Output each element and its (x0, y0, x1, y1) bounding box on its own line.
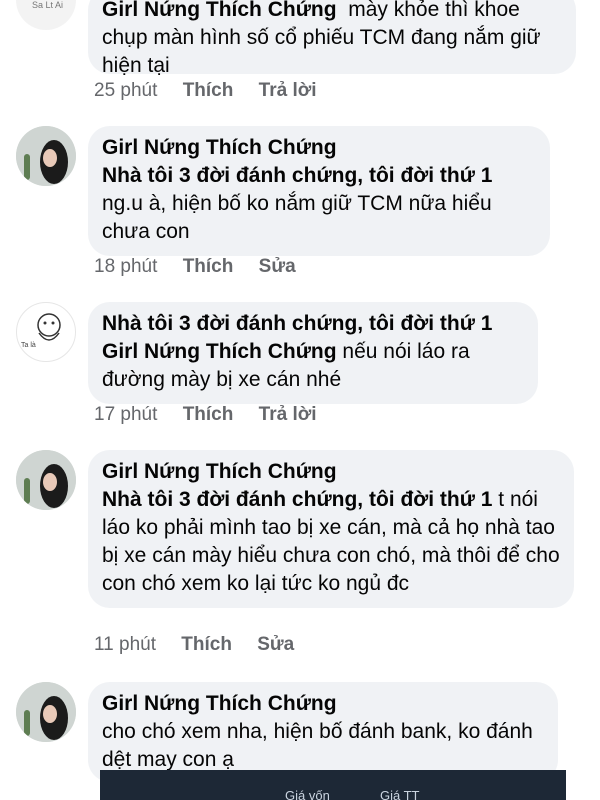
comment-author[interactable]: Girl Nứng Thích Chứng (102, 134, 536, 162)
svg-text:Sa Lt Ai: Sa Lt Ai (32, 0, 63, 10)
photo-label: Giá TT (380, 788, 420, 800)
cartoon-avatar-icon: Ta là (21, 313, 61, 349)
comment-time: 11 phút (94, 634, 156, 655)
svg-text:Ta là: Ta là (21, 342, 36, 349)
like-button[interactable]: Thích (181, 634, 232, 655)
girl-photo-avatar-icon (16, 450, 76, 510)
comment-actions: 11 phút Thích Sửa (94, 634, 314, 656)
comment-mention[interactable]: Nhà tôi 3 đời đánh chứng, tôi đời thứ 1 (102, 164, 492, 187)
comment-author[interactable]: Girl Nứng Thích Chứng (102, 0, 337, 21)
comment-time: 17 phút (94, 404, 158, 425)
avatar[interactable]: Sa Lt Ai (16, 0, 76, 30)
edit-button[interactable]: Sửa (259, 256, 296, 277)
comment-actions: 25 phút Thích Trả lời (94, 80, 337, 102)
like-button[interactable]: Thích (183, 404, 234, 425)
avatar[interactable] (16, 126, 76, 186)
comment-author[interactable]: Girl Nứng Thích Chứng (102, 690, 544, 718)
comment-author[interactable]: Girl Nứng Thích Chứng (102, 458, 560, 486)
reply-button[interactable]: Trả lời (259, 404, 317, 425)
comment-author[interactable]: Nhà tôi 3 đời đánh chứng, tôi đời thứ 1 (102, 310, 524, 338)
comment-bubble: Girl Nứng Thích Chứng Nhà tôi 3 đời đánh… (88, 450, 574, 608)
reply-button[interactable]: Trả lời (259, 80, 317, 101)
comment-mention[interactable]: Girl Nứng Thích Chứng (102, 340, 337, 363)
photo-label: Giá vốn (285, 788, 330, 800)
like-button[interactable]: Thích (183, 80, 234, 101)
edit-button[interactable]: Sửa (257, 634, 294, 655)
comment-bubble: Girl Nứng Thích Chứng Nhà tôi 3 đời đánh… (88, 126, 550, 256)
comment-text: ng.u à, hiện bố ko nắm giữ TCM nữa hiểu … (102, 192, 492, 243)
girl-photo-avatar-icon (16, 682, 76, 742)
comment-text: chụp màn hình số cổ phiếu TCM đang nắm g… (102, 26, 541, 77)
comment-actions: 18 phút Thích Sửa (94, 256, 316, 278)
comment-bubble: Girl Nứng Thích Chứng cho chó xem nha, h… (88, 682, 558, 782)
comment-actions: 17 phút Thích Trả lời (94, 404, 337, 426)
comment-time: 25 phút (94, 80, 158, 101)
girl-photo-avatar-icon (16, 126, 76, 186)
attached-image[interactable]: Giá vốn Giá TT (100, 770, 566, 800)
comment-text: cho chó xem nha, hiện bố đánh bank, ko đ… (102, 720, 533, 771)
avatar[interactable] (16, 682, 76, 742)
comment-time: 18 phút (94, 256, 158, 277)
comment-bubble: Girl Nứng Thích Chứng mày khỏe thì khoe … (88, 0, 576, 77)
comment-bubble: Nhà tôi 3 đời đánh chứng, tôi đời thứ 1 … (88, 302, 538, 404)
avatar[interactable] (16, 450, 76, 510)
comment-mention[interactable]: Nhà tôi 3 đời đánh chứng, tôi đời thứ 1 (102, 488, 492, 511)
cartoon-avatar-icon: Sa Lt Ai (32, 0, 63, 10)
avatar[interactable]: Ta là (16, 302, 76, 362)
like-button[interactable]: Thích (183, 256, 234, 277)
